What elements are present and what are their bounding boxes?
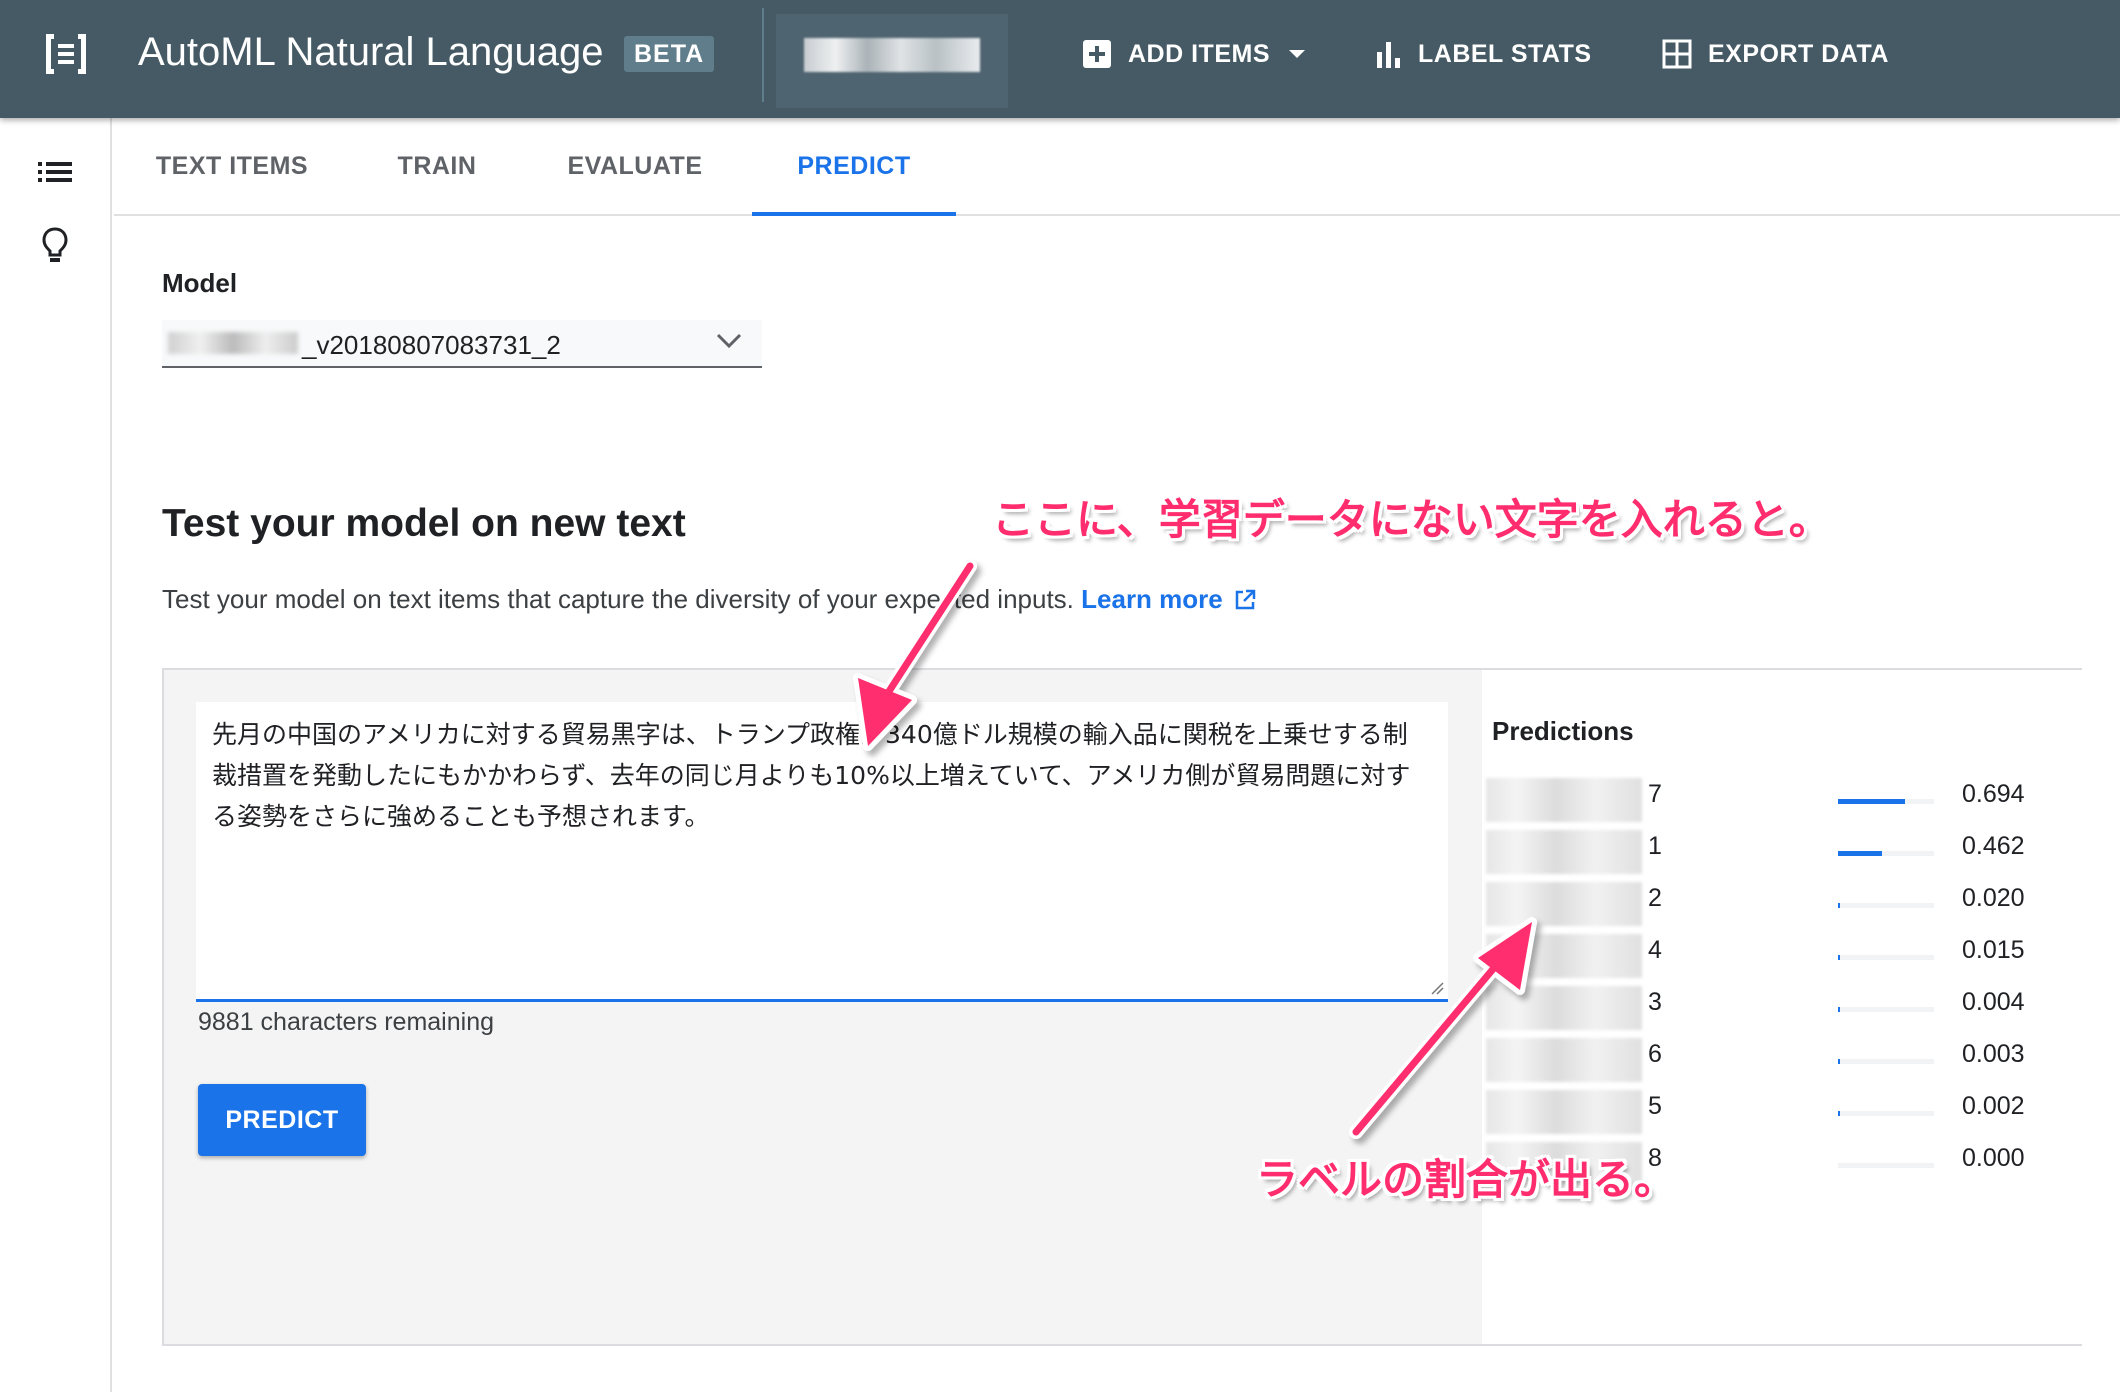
prediction-label-suffix: 6 — [1648, 1040, 1662, 1068]
bar-chart-icon — [1377, 42, 1400, 68]
prediction-score-fill — [1838, 1007, 1840, 1012]
prediction-score-bar — [1838, 1111, 1934, 1116]
characters-remaining: 9881 characters remaining — [198, 1008, 494, 1036]
tab-predict[interactable]: PREDICT — [752, 118, 956, 216]
predictions-title: Predictions — [1492, 716, 1634, 746]
redacted-label-name — [1486, 1090, 1642, 1134]
prediction-label-suffix: 7 — [1648, 780, 1662, 808]
dataset-name-redacted — [776, 14, 1008, 108]
export-data-label: EXPORT DATA — [1708, 39, 1889, 68]
text-input-container: 先月の中国のアメリカに対する貿易黒字は、トランプ政権が340億ドル規模の輸入品に… — [196, 702, 1448, 1002]
description-text: Test your model on text items that captu… — [162, 584, 1074, 614]
prediction-score: 0.015 — [1962, 936, 2025, 964]
add-box-icon — [1083, 40, 1111, 68]
predict-button[interactable]: PREDICT — [198, 1084, 366, 1156]
prediction-score: 0.462 — [1962, 832, 2025, 860]
model-selected-value: _v20180807083731_2 — [302, 330, 561, 360]
left-nav-rail — [0, 118, 112, 1392]
redacted-label-name — [1486, 778, 1642, 822]
prediction-score-bar — [1838, 955, 1934, 960]
label-stats-label: LABEL STATS — [1418, 39, 1592, 68]
lightbulb-icon[interactable] — [40, 226, 70, 266]
redacted-label-name — [1486, 934, 1642, 978]
tab-bar: TEXT ITEMS TRAIN EVALUATE PREDICT — [114, 118, 2120, 216]
app-title: AutoML Natural Language — [138, 30, 604, 74]
learn-more-label: Learn more — [1081, 584, 1223, 614]
caret-down-icon — [1289, 50, 1305, 58]
prediction-label-suffix: 1 — [1648, 832, 1662, 860]
prediction-score: 0.002 — [1962, 1092, 2025, 1120]
learn-more-link[interactable]: Learn more — [1081, 584, 1257, 614]
prediction-score-bar — [1838, 903, 1934, 908]
prediction-score-fill — [1838, 955, 1840, 960]
prediction-score: 0.020 — [1962, 884, 2025, 912]
add-items-button[interactable]: ADD ITEMS — [1082, 34, 1306, 74]
grid-table-icon — [1662, 39, 1692, 69]
redacted-dataset-name — [804, 38, 980, 72]
prediction-score-fill — [1838, 1059, 1840, 1064]
redacted-label-name — [1486, 1038, 1642, 1082]
external-link-icon — [1235, 589, 1255, 610]
beta-badge: BETA — [624, 36, 715, 72]
prediction-score-bar — [1838, 799, 1934, 804]
add-items-label: ADD ITEMS — [1128, 39, 1270, 68]
prediction-label-suffix: 3 — [1648, 988, 1662, 1016]
prediction-score-bar — [1838, 851, 1934, 856]
redacted-model-prefix — [168, 332, 298, 354]
export-data-button[interactable]: EXPORT DATA — [1662, 34, 1889, 74]
prediction-score-fill — [1838, 799, 1905, 804]
model-select[interactable]: _v20180807083731_2 — [162, 320, 762, 368]
prediction-row: 1 0.462 — [1482, 822, 2082, 874]
label-stats-button[interactable]: LABEL STATS — [1376, 34, 1592, 74]
prediction-label-suffix: 5 — [1648, 1092, 1662, 1120]
prediction-score: 0.694 — [1962, 780, 2025, 808]
redacted-label-name — [1486, 986, 1642, 1030]
prediction-score: 0.000 — [1962, 1144, 2025, 1172]
prediction-score-bar — [1838, 1059, 1934, 1064]
predictions-panel: Predictions 7 0.694 1 0.462 2 0.020 4 0.015 3 0.0… — [1482, 670, 2082, 1344]
app-header: AutoML Natural Language BETA ADD ITEMS L… — [0, 0, 2120, 118]
prediction-score: 0.003 — [1962, 1040, 2025, 1068]
resize-grip-icon[interactable] — [1430, 981, 1444, 995]
prediction-row: 7 0.694 — [1482, 770, 2082, 822]
prediction-row: 2 0.020 — [1482, 874, 2082, 926]
prediction-row: 6 0.003 — [1482, 1030, 2082, 1082]
tab-evaluate[interactable]: EVALUATE — [550, 118, 720, 214]
prediction-row: 3 0.004 — [1482, 978, 2082, 1030]
prediction-row: 5 0.002 — [1482, 1082, 2082, 1134]
model-label: Model — [162, 268, 238, 298]
list-icon[interactable] — [38, 160, 72, 184]
test-panel: 先月の中国のアメリカに対する貿易黒字は、トランプ政権が340億ドル規模の輸入品に… — [162, 668, 2082, 1346]
automl-logo-icon[interactable] — [42, 32, 90, 76]
prediction-score-fill — [1838, 1111, 1840, 1116]
tab-train[interactable]: TRAIN — [372, 118, 502, 214]
annotation-predictions-note: ラベルの割合が出る。 — [1256, 1155, 1677, 1204]
text-input[interactable]: 先月の中国のアメリカに対する貿易黒字は、トランプ政権が340億ドル規模の輸入品に… — [196, 702, 1448, 999]
prediction-score-bar — [1838, 1163, 1934, 1168]
section-description: Test your model on text items that captu… — [162, 584, 1257, 615]
annotation-input-note: ここに、学習データにない文字を入れると。 — [992, 495, 1831, 544]
tab-text-items[interactable]: TEXT ITEMS — [132, 118, 332, 214]
prediction-score-fill — [1838, 903, 1840, 908]
prediction-row: 4 0.015 — [1482, 926, 2082, 978]
header-divider — [762, 8, 764, 102]
redacted-label-name — [1486, 882, 1642, 926]
chevron-down-icon — [716, 333, 742, 349]
prediction-score-bar — [1838, 1007, 1934, 1012]
prediction-score-fill — [1838, 851, 1883, 856]
section-title: Test your model on new text — [162, 502, 686, 545]
redacted-label-name — [1486, 830, 1642, 874]
prediction-label-suffix: 4 — [1648, 936, 1662, 964]
prediction-label-suffix: 2 — [1648, 884, 1662, 912]
prediction-score: 0.004 — [1962, 988, 2025, 1016]
